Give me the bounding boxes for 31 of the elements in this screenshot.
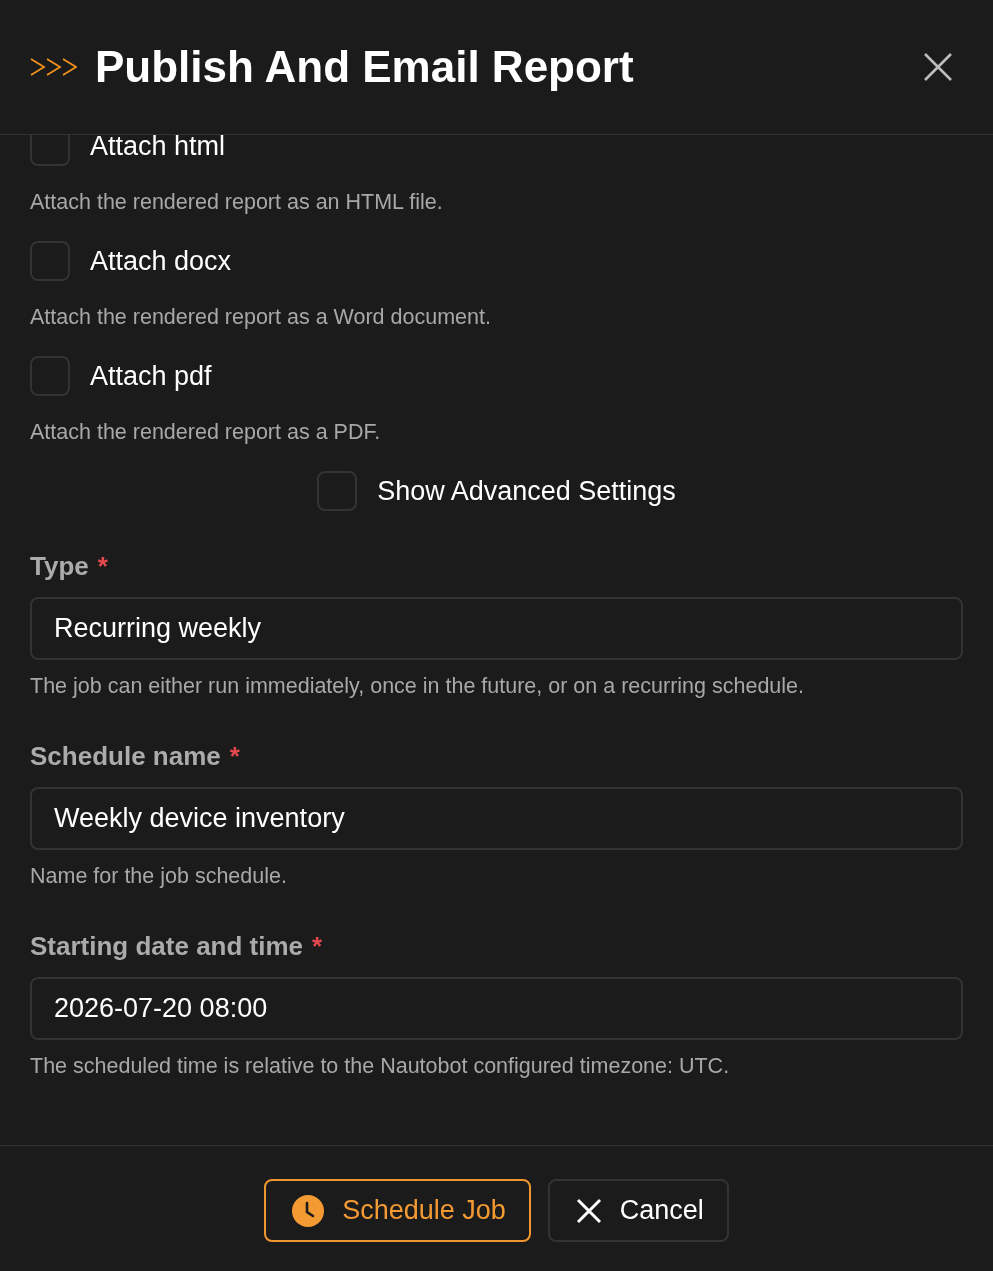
help-text: The scheduled time is relative to the Nautobot configured timezone: UTC.	[30, 1053, 731, 1080]
close-icon	[575, 1197, 602, 1224]
checkbox[interactable]	[317, 471, 358, 511]
checkbox[interactable]	[30, 135, 70, 166]
required-asterisk: *	[229, 740, 240, 772]
dialog-title: Publish And Email Report	[95, 42, 635, 92]
required-asterisk: *	[312, 930, 323, 962]
close-button[interactable]	[924, 53, 952, 81]
required-asterisk: *	[97, 550, 108, 582]
help-text: Attach the rendered report as an HTML file.	[30, 189, 444, 216]
input-field[interactable]: 2026-07-20 08:00	[30, 977, 963, 1040]
checkbox-label: Show Advanced Settings	[377, 475, 676, 507]
field-label: Starting date and time	[30, 930, 304, 962]
input-field[interactable]: Recurring weekly	[30, 597, 963, 660]
schedule-button[interactable]: Schedule Job	[264, 1179, 531, 1242]
field-label: Type	[30, 550, 89, 582]
help-text: Name for the job schedule.	[30, 863, 288, 890]
checkbox-label: Attach html	[90, 135, 226, 162]
close-icon	[924, 53, 952, 81]
checkbox-label: Attach pdf	[90, 360, 212, 392]
checkbox-label: Attach docx	[90, 245, 232, 277]
field-label: Schedule name	[30, 740, 221, 772]
checkbox[interactable]	[30, 241, 70, 281]
chevrons-icon	[30, 58, 77, 76]
cancel-button[interactable]: Cancel	[547, 1179, 729, 1242]
clock-icon	[292, 1194, 325, 1227]
help-text: The job can either run immediately, once in the future, or on a recurring schedule.	[30, 673, 806, 700]
help-text: Attach the rendered report as a Word document.	[30, 304, 492, 331]
input-field[interactable]: Weekly device inventory	[30, 787, 963, 850]
checkbox[interactable]	[30, 356, 70, 396]
help-text: Attach the rendered report as a PDF.	[30, 419, 382, 446]
